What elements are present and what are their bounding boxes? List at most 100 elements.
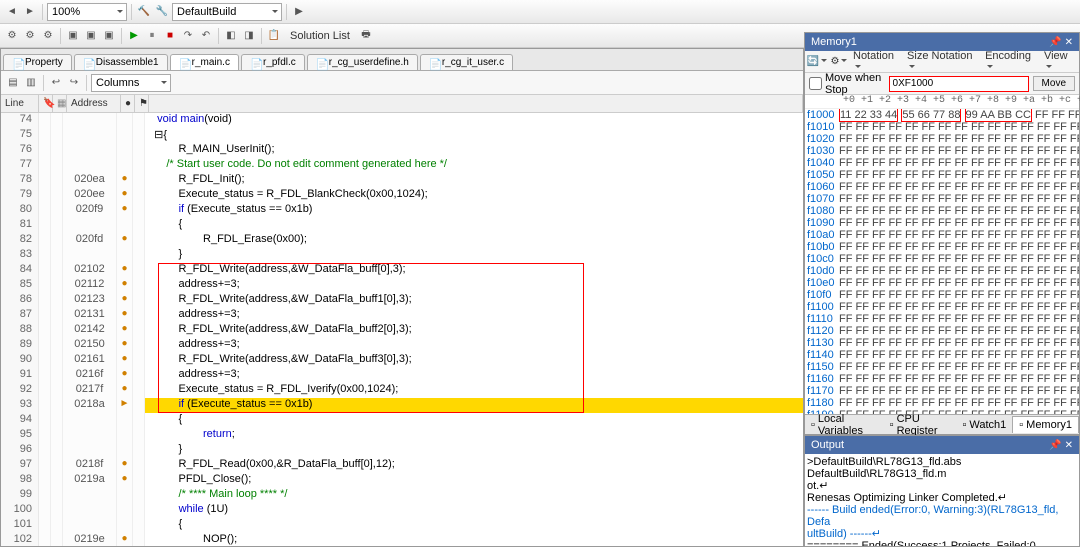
code-line[interactable]: 910216f● address+=3; [1,368,803,383]
tab-rpfdlc[interactable]: 📄r_pfdl.c [241,54,305,70]
tool-icon[interactable]: ◨ [241,28,257,44]
step-icon[interactable]: ↶ [198,28,214,44]
code-line[interactable]: 8702131● address+=3; [1,308,803,323]
code-line[interactable]: 8502112● address+=3; [1,278,803,293]
toolbar-row-1: ◄ ► 100% 🔨 🔧 DefaultBuild ▶ [0,0,1080,24]
code-line[interactable]: 8902150● address+=3; [1,338,803,353]
editor-panel: 📄Property📄Disassemble1📄r_main.c📄r_pfdl.c… [0,48,804,547]
pin-icon[interactable]: 📌 [1049,440,1061,451]
refresh-icon[interactable]: 🔄 [809,54,825,70]
code-line[interactable]: 101 { [1,518,803,533]
memory-row: f1100FF FF FF FF FF FF FF FF FF FF FF FF… [805,301,1079,313]
pin-icon[interactable]: 📌 [1049,37,1061,48]
tool-icon[interactable]: ⚙ [22,28,38,44]
code-line[interactable]: 94 { [1,413,803,428]
tool-icon[interactable]: ↪ [66,75,82,91]
tab-property[interactable]: 📄Property [3,54,72,70]
code-line[interactable]: 82020fd● R_FDL_Erase(0x00); [1,233,803,248]
stop-icon[interactable]: ■ [162,28,178,44]
nav-back-icon[interactable]: ◄ [4,4,20,20]
gear-icon[interactable]: ⚙ [831,54,847,70]
file-icon: 📄 [429,58,439,68]
nav-fwd-icon[interactable]: ► [22,4,38,20]
code-line[interactable]: 80020f9● if (Execute_status == 0x1b) [1,203,803,218]
code-line[interactable]: 77 /* Start user code. Do not edit comme… [1,158,803,173]
tool-icon[interactable]: ▣ [65,28,81,44]
code-line[interactable]: 99 /* **** Main loop **** */ [1,488,803,503]
tool-icon[interactable]: ⚙ [40,28,56,44]
zoom-combo[interactable]: 100% [47,3,127,21]
code-line[interactable]: 920217f● Execute_status = R_FDL_Iverify(… [1,383,803,398]
code-header: Line 🔖 ▦ Address ● ⚑ [1,95,803,113]
build-icon[interactable]: 🔨 [136,4,152,20]
columns-combo[interactable]: Columns [91,74,171,92]
gutter-icon: ▦ [53,95,67,112]
code-line[interactable]: 96 } [1,443,803,458]
pause-icon[interactable]: ⏸ [144,28,160,44]
move-when-stop-checkbox[interactable]: Move when Stop [809,72,885,96]
code-line[interactable]: 83 } [1,248,803,263]
close-icon[interactable]: ✕ [1065,37,1073,48]
tool-icon[interactable]: ▣ [101,28,117,44]
tool-icon[interactable]: ▤ [5,75,21,91]
tool-icon[interactable]: ↩ [48,75,64,91]
tool-icon[interactable]: 🖶 [358,28,374,44]
memory-row: f1110FF FF FF FF FF FF FF FF FF FF FF FF… [805,313,1079,325]
output-panel-title: Output 📌 ✕ [805,436,1079,454]
rebuild-icon[interactable]: 🔧 [154,4,170,20]
tab-rcguserdefineh[interactable]: 📄r_cg_userdefine.h [307,54,418,70]
bottom-tab-watch1[interactable]: ▫Watch1 [956,417,1012,433]
run-icon[interactable]: ▶ [126,28,142,44]
tool-icon[interactable]: ▥ [23,75,39,91]
code-line[interactable]: 1020219e● NOP(); [1,533,803,546]
notation-dropdown[interactable]: Notation [853,50,901,74]
code-line[interactable]: 74 void main(void) [1,113,803,128]
bottom-tab-memory1[interactable]: ▫Memory1 [1012,416,1079,433]
code-area[interactable]: 74 void main(void)75 ⊟{76 R_MAIN_UserIni… [1,113,803,546]
right-dock: Memory1 📌 ✕ 🔄 ⚙ Notation Size Notation E… [804,32,1080,547]
file-icon: 📄 [179,58,189,68]
step-icon[interactable]: ↷ [180,28,196,44]
code-line[interactable]: 79020ee● Execute_status = R_FDL_BlankChe… [1,188,803,203]
memory-row: f1020FF FF FF FF FF FF FF FF FF FF FF FF… [805,133,1079,145]
code-line[interactable]: 9002161● R_FDL_Write(address,&W_DataFla_… [1,353,803,368]
view-dropdown[interactable]: View [1044,50,1075,74]
file-icon: 📄 [12,58,22,68]
memory-header: +0 +1 +2 +3 +4 +5 +6 +7 +8 +9 +a +b +c +… [805,95,1079,109]
code-line[interactable]: 930218a► if (Execute_status == 0x1b) [1,398,803,413]
file-icon: 📄 [83,58,93,68]
solution-list-icon[interactable]: 📋 [266,28,282,44]
memory-row: f1030FF FF FF FF FF FF FF FF FF FF FF FF… [805,145,1079,157]
solution-list-label[interactable]: Solution List [284,30,356,42]
output-line: ultBuild) ------↵ [807,528,1077,540]
code-line[interactable]: 78020ea● R_FDL_Init(); [1,173,803,188]
memory-address-input[interactable] [889,76,1029,92]
encoding-dropdown[interactable]: Encoding [985,50,1038,74]
size-notation-dropdown[interactable]: Size Notation [907,50,979,74]
code-line[interactable]: 980219a● PFDL_Close(); [1,473,803,488]
move-button[interactable]: Move [1033,76,1075,91]
code-line[interactable]: 8402102● R_FDL_Write(address,&W_DataFla_… [1,263,803,278]
tool-icon[interactable]: ⚙ [4,28,20,44]
tool-icon[interactable]: ◧ [223,28,239,44]
output-body[interactable]: >DefaultBuild\RL78G13_fld.abs DefaultBui… [805,454,1079,546]
code-line[interactable]: 8802142● R_FDL_Write(address,&W_DataFla_… [1,323,803,338]
memory-body[interactable]: f100011 22 33 44 55 66 77 88 99 AA BB CC… [805,109,1079,414]
debug-icon[interactable]: ▶ [291,4,307,20]
code-line[interactable]: 970218f● R_FDL_Read(0x00,&R_DataFla_buff… [1,458,803,473]
tab-disassemble1[interactable]: 📄Disassemble1 [74,54,168,70]
output-line: ======== Ended(Success:1 Projects, Faile… [807,540,1077,546]
code-line[interactable]: 95 return; [1,428,803,443]
code-line[interactable]: 76 R_MAIN_UserInit(); [1,143,803,158]
code-line[interactable]: 8602123● R_FDL_Write(address,&W_DataFla_… [1,293,803,308]
build-config-combo[interactable]: DefaultBuild [172,3,282,21]
tool-icon[interactable]: ▣ [83,28,99,44]
code-line[interactable]: 75 ⊟{ [1,128,803,143]
code-line[interactable]: 81 { [1,218,803,233]
tab-rcgituserc[interactable]: 📄r_cg_it_user.c [420,54,513,70]
memory-row: f1090FF FF FF FF FF FF FF FF FF FF FF FF… [805,217,1079,229]
code-line[interactable]: 100 while (1U) [1,503,803,518]
tab-rmainc[interactable]: 📄r_main.c [170,54,239,70]
close-icon[interactable]: ✕ [1065,440,1073,451]
memory-row: f1180FF FF FF FF FF FF FF FF FF FF FF FF… [805,397,1079,409]
